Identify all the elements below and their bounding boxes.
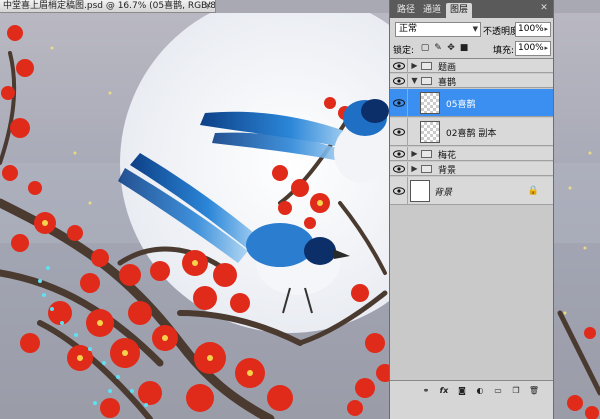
layer-thumbnail [420,121,440,143]
tab-layers[interactable]: 图层 [446,3,472,18]
tab-channels[interactable]: 通道 [420,3,444,18]
new-group-icon[interactable]: ▭ [492,385,504,396]
layers-panel-footer: ⚭ fx ◙ ◐ ▭ ❐ 🗑 [390,380,553,419]
layer-group-meihua[interactable]: ▶ 梅花 [390,147,553,161]
collapse-triangle-icon[interactable]: ▼ [410,76,419,85]
tab-paths[interactable]: 路径 [394,3,418,18]
blend-mode-value: 正常 [399,24,418,34]
expand-triangle-icon[interactable]: ▶ [410,164,419,173]
opacity-value: 100% [518,24,544,34]
layer-thumbnail [410,180,430,202]
visibility-eye-icon[interactable] [390,59,408,72]
chevron-down-icon: ▼ [472,25,478,33]
lock-label: 锁定: [393,46,415,56]
layer-02xique-copy[interactable]: 02喜鹊 副本 [390,118,553,146]
fill-value: 100% [518,43,544,53]
chevron-down-icon: ▸ [544,25,548,33]
close-panel-icon[interactable]: ✕ [538,3,550,14]
layers-panel: 路径 通道 图层 ✕ ▾≡ 正常 ▼ 不透明度: 100% ▸ 锁定: ▢ ✎ … [389,0,554,419]
folder-icon [421,76,432,85]
visibility-eye-icon[interactable] [390,74,408,87]
document-title: 中堂喜上眉梢定稿图.psd @ 16.7% (05喜鹊, RGB/8) * [3,1,216,11]
layer-05xique[interactable]: 05喜鹊 [390,89,553,117]
layer-group-beijing[interactable]: ▶ 背景 [390,162,553,176]
lock-icon: 🔒 [527,185,539,196]
blend-row: 正常 ▼ 不透明度: 100% ▸ [390,21,553,39]
expand-triangle-icon[interactable]: ▶ [410,61,419,70]
add-mask-icon[interactable]: ◙ [456,385,468,396]
layers-list: ▶ 题画 ▼ 喜鹊 05喜鹊 02喜鹊 副本 ▶ 梅花 ▶ 背景 背景 🔒 [390,58,553,380]
visibility-eye-icon[interactable] [390,118,408,145]
layer-name: 02喜鹊 副本 [446,128,497,139]
document-tab[interactable]: 中堂喜上眉梢定稿图.psd @ 16.7% (05喜鹊, RGB/8) * × [0,0,216,13]
layer-group-xique[interactable]: ▼ 喜鹊 [390,74,553,88]
photoshop-workspace: 中堂喜上眉梢定稿图.psd @ 16.7% (05喜鹊, RGB/8) * × … [0,0,600,419]
folder-icon [421,149,432,158]
lock-row: 锁定: ▢ ✎ ✥ ■ 填充: 100% ▸ [390,40,553,57]
visibility-eye-icon[interactable] [390,162,408,175]
folder-icon [421,164,432,173]
visibility-eye-icon[interactable] [390,177,408,204]
lock-pixels-icon[interactable]: ✎ [433,43,443,53]
chevron-right-icon: ▸ [544,44,548,52]
layer-name: 喜鹊 [438,77,457,88]
link-layers-icon[interactable]: ⚭ [420,385,432,396]
fx-icon[interactable]: fx [438,385,450,396]
blend-mode-select[interactable]: 正常 ▼ [395,22,481,37]
lock-position-icon[interactable]: ✥ [446,43,456,53]
layer-thumbnail [420,92,440,114]
layer-name: 背景 [438,165,457,176]
layer-group-tihua[interactable]: ▶ 题画 [390,59,553,73]
lock-all-icon[interactable]: ■ [459,43,469,53]
layer-name: 题画 [438,62,457,73]
fill-field[interactable]: 100% ▸ [515,41,551,56]
trash-icon[interactable]: 🗑 [528,385,540,396]
fill-label: 填充: [493,46,515,56]
visibility-eye-icon[interactable] [390,147,408,160]
opacity-field[interactable]: 100% ▸ [515,22,551,37]
expand-triangle-icon[interactable]: ▶ [410,149,419,158]
lock-transparency-icon[interactable]: ▢ [420,43,430,53]
layer-name: 背景 [434,187,453,198]
close-document-icon[interactable]: × [204,0,212,12]
layer-background[interactable]: 背景 🔒 [390,177,553,205]
visibility-eye-icon[interactable] [390,89,408,116]
panel-tab-bar: 路径 通道 图层 ✕ [390,0,553,18]
layer-name: 梅花 [438,150,457,161]
new-layer-icon[interactable]: ❐ [510,385,522,396]
folder-icon [421,61,432,70]
adjustment-layer-icon[interactable]: ◐ [474,385,486,396]
layer-name: 05喜鹊 [446,99,476,110]
